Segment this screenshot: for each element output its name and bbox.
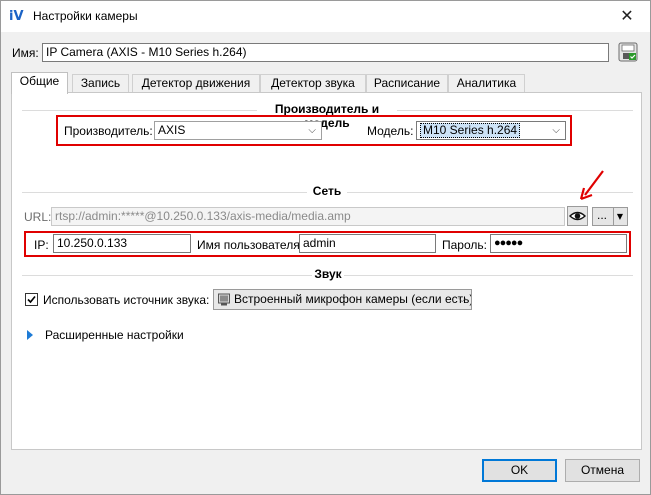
- checkbox-icon: [27, 295, 36, 304]
- advanced-settings-label: Расширенные настройки: [45, 328, 184, 342]
- show-password-button[interactable]: [567, 206, 588, 226]
- sound-section-title: Звук: [314, 267, 342, 281]
- general-tab-panel: Производитель и модель Производитель: AX…: [11, 92, 642, 450]
- dialog-client: Имя: IP Camera (AXIS - M10 Series h.264)…: [1, 32, 650, 494]
- manufacturer-label: Производитель:: [64, 124, 153, 138]
- section-divider: [397, 110, 633, 111]
- model-value: M10 Series h.264: [420, 123, 521, 138]
- section-divider: [22, 110, 257, 111]
- sound-source-value: Встроенный микрофон камеры (если есть): [234, 292, 472, 306]
- manufacturer-select[interactable]: AXIS ⌵: [154, 121, 322, 140]
- section-divider: [22, 275, 312, 276]
- eye-icon: [568, 211, 587, 221]
- tab-schedule[interactable]: Расписание: [366, 74, 448, 93]
- red-arrow-annotation: [579, 170, 604, 201]
- more-label: ...: [597, 208, 608, 222]
- password-input[interactable]: ●●●●●: [490, 234, 627, 253]
- tab-analytics[interactable]: Аналитика: [448, 74, 525, 93]
- url-options-button[interactable]: ... ▼: [592, 207, 628, 226]
- chevron-down-icon: ⌵: [458, 294, 466, 305]
- title-bar: iV Настройки камеры ✕: [1, 1, 650, 32]
- app-icon: iV: [9, 9, 24, 24]
- dropdown-arrow-icon: ▼: [613, 208, 626, 225]
- use-sound-source-checkbox[interactable]: [25, 293, 38, 306]
- camera-name-input[interactable]: IP Camera (AXIS - M10 Series h.264): [42, 43, 609, 62]
- camera-settings-window: iV Настройки камеры ✕ Имя: IP Camera (AX…: [0, 0, 651, 495]
- ip-input[interactable]: 10.250.0.133: [53, 234, 191, 253]
- username-input[interactable]: admin: [299, 234, 436, 253]
- url-label: URL:: [24, 210, 52, 224]
- name-label: Имя:: [12, 46, 39, 60]
- tab-general[interactable]: Общие: [11, 72, 68, 94]
- username-label: Имя пользователя:: [197, 238, 304, 252]
- url-input[interactable]: rtsp://admin:*****@10.250.0.133/axis-med…: [51, 207, 565, 226]
- tab-sound-detector[interactable]: Детектор звука: [260, 74, 366, 93]
- network-section-title: Сеть: [312, 184, 342, 198]
- window-title: Настройки камеры: [33, 9, 138, 23]
- ip-label: IP:: [34, 238, 49, 252]
- ok-button[interactable]: OK: [482, 459, 557, 482]
- password-label: Пароль:: [442, 238, 487, 252]
- manufacturer-value: AXIS: [158, 123, 186, 137]
- chevron-down-icon: ⌵: [308, 125, 316, 136]
- use-sound-source-label[interactable]: Использовать источник звука:: [43, 293, 209, 307]
- microphone-icon: [218, 293, 230, 306]
- tab-recording[interactable]: Запись: [72, 74, 129, 93]
- save-icon[interactable]: [618, 42, 638, 62]
- close-button[interactable]: ✕: [604, 1, 650, 31]
- chevron-down-icon: ⌵: [552, 125, 560, 136]
- tab-motion-detector[interactable]: Детектор движения: [132, 74, 260, 93]
- model-label: Модель:: [367, 124, 414, 138]
- cancel-button[interactable]: Отмена: [565, 459, 640, 482]
- section-divider: [344, 275, 633, 276]
- section-divider: [22, 192, 307, 193]
- expand-arrow-icon: [27, 330, 33, 340]
- model-select[interactable]: M10 Series h.264 ⌵: [416, 121, 566, 140]
- sound-source-select[interactable]: Встроенный микрофон камеры (если есть) ⌵: [213, 289, 472, 310]
